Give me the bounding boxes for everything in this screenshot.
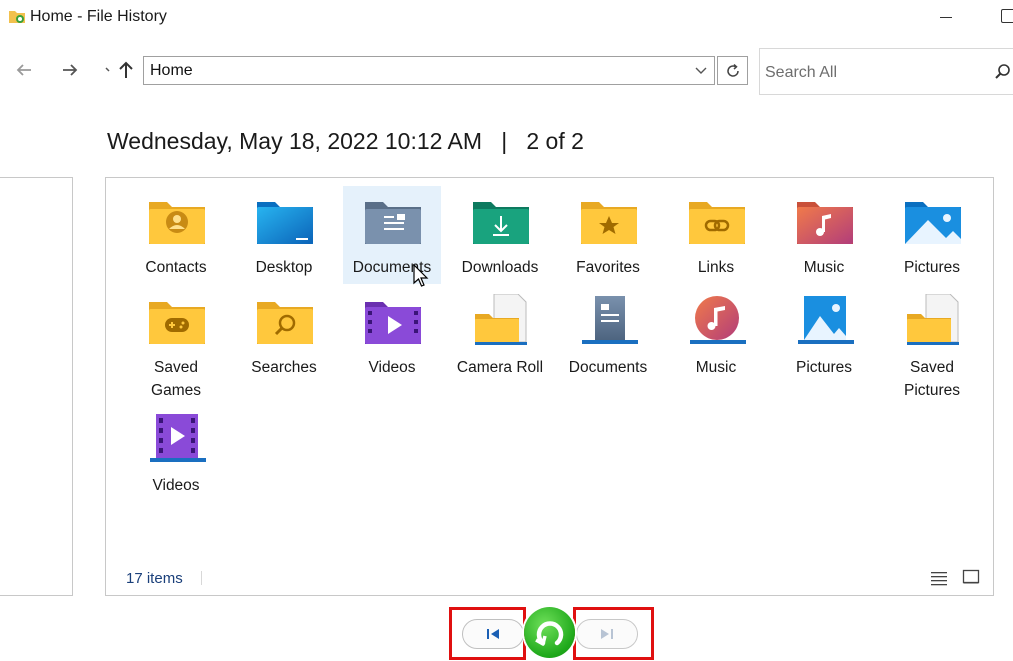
item-label: Links — [697, 259, 735, 276]
item-count: 17 items — [126, 570, 183, 587]
item-pictures[interactable]: Pictures — [883, 186, 981, 284]
pictures-library-icon — [798, 296, 854, 344]
item-camera-roll[interactable]: Camera Roll — [451, 286, 549, 384]
documents-folder-icon — [365, 202, 421, 244]
documents-library-icon — [582, 296, 638, 344]
item-searches[interactable]: Searches — [235, 286, 333, 384]
item-music[interactable]: Music — [775, 186, 873, 284]
contacts-folder-icon — [149, 202, 205, 244]
music-folder-icon — [797, 202, 853, 244]
file-list-pane[interactable]: Contacts Desktop Documents Downloads Fav… — [105, 177, 994, 596]
address-bar[interactable]: Home — [143, 56, 715, 85]
navigation-bar: Home Search All — [0, 36, 1013, 106]
navigation-pane[interactable] — [0, 177, 73, 596]
item-downloads[interactable]: Downloads — [451, 186, 549, 284]
arrow-up-icon — [119, 61, 133, 78]
item-label: Music — [695, 359, 737, 376]
window-title: Home - File History — [30, 8, 167, 25]
videos-library-icon — [150, 414, 206, 462]
item-videos-library[interactable]: Videos — [127, 404, 225, 502]
item-documents-library[interactable]: Documents — [559, 286, 657, 384]
arrow-left-icon — [16, 64, 31, 76]
item-label: Videos — [152, 477, 200, 494]
item-label: Pictures — [796, 359, 852, 376]
arrow-right-icon — [63, 64, 78, 76]
maximize-button[interactable] — [1001, 9, 1013, 23]
previous-button-highlight — [449, 607, 526, 660]
item-videos[interactable]: Videos — [343, 286, 441, 384]
refresh-icon — [726, 63, 739, 77]
item-label: Contacts — [145, 259, 207, 276]
saved-pictures-folder-icon — [907, 294, 959, 345]
desktop-folder-icon — [257, 202, 313, 244]
item-saved-games[interactable]: Saved Games — [127, 286, 225, 399]
camera-roll-folder-icon — [475, 294, 527, 345]
file-history-icon — [9, 11, 25, 23]
item-pictures-library[interactable]: Pictures — [775, 286, 873, 384]
item-label: Searches — [251, 359, 317, 376]
details-view-icon[interactable] — [930, 570, 948, 586]
item-label: Saved Games — [151, 359, 201, 399]
restore-icon — [534, 620, 563, 646]
item-links[interactable]: Links — [667, 186, 765, 284]
recent-locations-icon[interactable] — [104, 67, 112, 75]
minimize-button[interactable] — [940, 17, 952, 18]
videos-folder-icon — [365, 302, 421, 344]
item-label: Pictures — [904, 259, 960, 276]
next-button-highlight — [573, 607, 654, 660]
item-label: Favorites — [576, 259, 640, 276]
back-button[interactable] — [10, 56, 38, 84]
status-divider — [201, 571, 202, 585]
restore-button[interactable] — [524, 607, 575, 658]
refresh-button[interactable] — [717, 56, 748, 85]
item-saved-pictures[interactable]: Saved Pictures — [883, 286, 981, 399]
large-icons-view-icon[interactable] — [962, 569, 980, 585]
saved-games-folder-icon — [149, 302, 205, 344]
favorites-folder-icon — [581, 202, 637, 244]
address-text: Home — [150, 62, 193, 79]
chevron-down-icon[interactable] — [694, 63, 708, 77]
search-placeholder: Search All — [765, 64, 838, 81]
playback-controls — [0, 600, 1013, 661]
item-favorites[interactable]: Favorites — [559, 186, 657, 284]
item-label: Downloads — [461, 259, 539, 276]
item-label: Desktop — [255, 259, 313, 276]
item-contacts[interactable]: Contacts — [127, 186, 225, 284]
mouse-cursor-icon — [413, 264, 429, 287]
links-folder-icon — [689, 202, 745, 244]
title-bar: Home - File History — [0, 0, 1013, 36]
item-label: Music — [803, 259, 845, 276]
item-label: Camera Roll — [456, 359, 544, 376]
item-label: Documents — [568, 359, 648, 376]
item-desktop[interactable]: Desktop — [235, 186, 333, 284]
searches-folder-icon — [257, 302, 313, 344]
search-icon[interactable] — [994, 63, 1012, 81]
search-box[interactable]: Search All — [759, 48, 1013, 95]
up-button[interactable] — [112, 56, 140, 84]
snapshot-date-heading: Wednesday, May 18, 2022 10:12 AM | 2 of … — [107, 128, 584, 154]
item-label: Saved Pictures — [904, 359, 960, 399]
music-library-icon — [690, 296, 746, 344]
downloads-folder-icon — [473, 202, 529, 244]
item-music-library[interactable]: Music — [667, 286, 765, 384]
item-label: Videos — [368, 359, 416, 376]
pictures-folder-icon — [905, 202, 961, 244]
forward-button[interactable] — [56, 56, 84, 84]
